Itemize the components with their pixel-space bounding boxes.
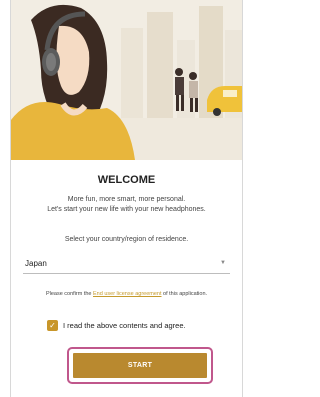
tagline-line-2: Let's start your new life with your new …	[47, 206, 206, 213]
app-screen: WELCOME More fun, more smart, more perso…	[10, 0, 243, 397]
region-select-label: Select your country/region of residence.	[64, 236, 189, 243]
tagline-line-1: More fun, more smart, more personal.	[67, 196, 186, 203]
agree-label: I read the above contents and agree.	[63, 320, 186, 330]
welcome-tagline: More fun, more smart, more personal. Let…	[17, 195, 236, 215]
start-button[interactable]: START	[73, 353, 207, 378]
license-agreement-link[interactable]: End user license agreement	[93, 291, 161, 297]
hero-illustration-art	[11, 0, 242, 160]
welcome-title: WELCOME	[97, 174, 156, 186]
country-select-value: Japan	[25, 258, 47, 268]
agree-checkbox[interactable]: ✓	[47, 319, 58, 331]
chevron-down-icon: ▼	[220, 260, 226, 266]
hero-illustration	[11, 0, 242, 160]
agree-checkbox-row[interactable]: ✓ I read the above contents and agree.	[47, 318, 186, 332]
license-note: Please confirm the End user license agre…	[21, 290, 232, 299]
license-note-prefix: Please confirm the	[45, 291, 94, 297]
check-icon: ✓	[49, 320, 56, 330]
start-button-highlight: START	[67, 347, 213, 384]
license-note-suffix: of this application.	[161, 291, 208, 297]
country-region-select[interactable]: Japan ▼	[23, 253, 230, 274]
